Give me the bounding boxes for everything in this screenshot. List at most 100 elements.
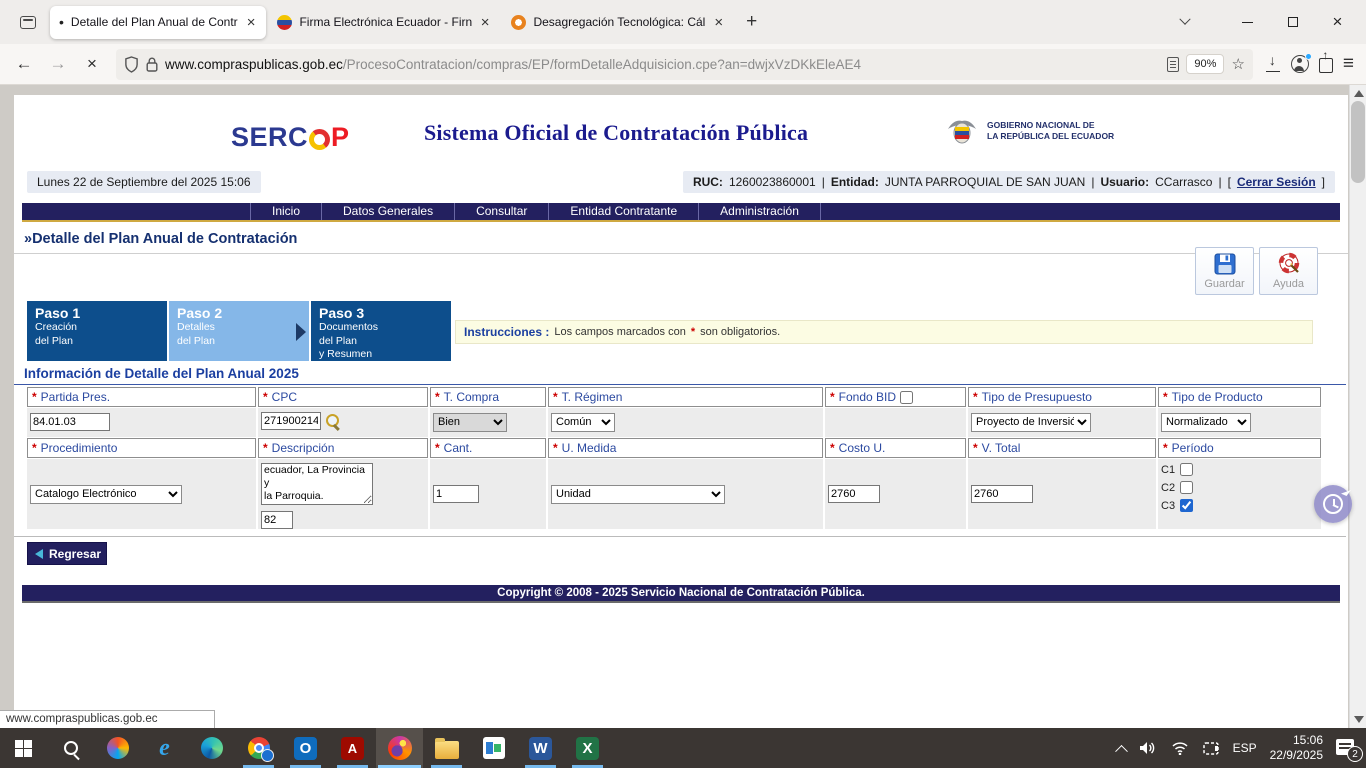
logout-link[interactable]: Cerrar Sesión <box>1237 175 1316 189</box>
windows-logo-icon <box>15 740 32 757</box>
minimize-button[interactable] <box>1225 5 1270 39</box>
bottom-divider <box>14 536 1346 537</box>
c3-checkbox[interactable] <box>1180 499 1193 512</box>
header-periodo: Período <box>1172 441 1214 455</box>
t-regimen-select[interactable]: Común <box>551 413 615 432</box>
v-total-input[interactable] <box>971 485 1033 503</box>
header-partida: Partida Pres. <box>41 390 110 404</box>
word-button[interactable]: W <box>517 728 564 768</box>
url-text[interactable]: www.compraspublicas.gob.ec/ProcesoContra… <box>165 57 1160 72</box>
address-bar[interactable]: www.compraspublicas.gob.ec/ProcesoContra… <box>116 49 1253 80</box>
firefox-view-icon[interactable] <box>12 8 44 36</box>
photos-app-icon <box>483 737 505 759</box>
regresar-button[interactable]: Regresar <box>27 542 107 565</box>
tracking-shield-icon[interactable] <box>124 56 139 73</box>
required-asterisk: * <box>691 326 695 338</box>
close-button[interactable]: × <box>1315 5 1360 39</box>
notification-center-button[interactable]: 2 <box>1336 739 1356 757</box>
list-all-tabs-icon[interactable] <box>1171 8 1199 36</box>
step-2-current[interactable]: Paso 2 Detalles del Plan <box>169 301 309 361</box>
descripcion-textarea[interactable]: ecuador, La Provincia y la Parroquia. <box>261 463 373 505</box>
new-tab-button[interactable]: + <box>736 9 767 35</box>
menu-item-consultar[interactable]: Consultar <box>455 203 549 220</box>
tab-firma-electronica[interactable]: Firma Electrónica Ecuador - Firn × <box>268 6 500 39</box>
stop-button[interactable]: × <box>76 49 108 79</box>
usuario-value: CCarrasco <box>1155 175 1212 189</box>
fondo-bid-checkbox[interactable] <box>900 391 913 404</box>
tab-close-icon[interactable]: × <box>245 14 258 31</box>
copilot-button[interactable] <box>94 728 141 768</box>
display-connect-icon[interactable] <box>1202 741 1220 756</box>
menu-item-datos-generales[interactable]: Datos Generales <box>322 203 455 220</box>
help-button[interactable]: Ayuda <box>1259 247 1318 295</box>
internet-explorer-button[interactable]: e <box>141 728 188 768</box>
costo-u-input[interactable] <box>828 485 880 503</box>
separator: | <box>1091 175 1094 189</box>
menu-item-entidad-contratante[interactable]: Entidad Contratante <box>549 203 699 220</box>
title-divider <box>14 253 1348 254</box>
t-compra-select[interactable]: Bien <box>433 413 507 432</box>
floating-timer-widget[interactable] <box>1314 485 1352 523</box>
search-button[interactable] <box>47 728 94 768</box>
excel-button[interactable]: X <box>564 728 611 768</box>
forward-button[interactable]: → <box>42 49 74 79</box>
vertical-scrollbar[interactable] <box>1349 85 1366 728</box>
cpc-input[interactable] <box>261 412 321 430</box>
tray-time: 15:06 <box>1270 733 1323 748</box>
procedimiento-select[interactable]: Catalogo Electrónico <box>30 485 182 504</box>
menu-item-inicio[interactable]: Inicio <box>250 203 322 220</box>
back-button[interactable]: ← <box>8 49 40 79</box>
c1-checkbox[interactable] <box>1180 463 1193 476</box>
tab-bar: • Detalle del Plan Anual de Contr × Firm… <box>0 0 1366 44</box>
menu-item-administracion[interactable]: Administración <box>699 203 821 220</box>
descripcion-aux-input[interactable] <box>261 511 293 529</box>
lock-icon[interactable] <box>146 57 158 72</box>
tab-close-icon[interactable]: × <box>712 14 725 31</box>
photos-app-button[interactable] <box>470 728 517 768</box>
chrome-button[interactable] <box>235 728 282 768</box>
header-cpc: CPC <box>272 390 297 404</box>
firefox-button[interactable] <box>376 728 423 768</box>
save-button[interactable]: Guardar <box>1195 247 1254 295</box>
tipo-presupuesto-select[interactable]: Proyecto de Inversión <box>971 413 1091 432</box>
maximize-button[interactable] <box>1270 5 1315 39</box>
outlook-button[interactable]: O <box>282 728 329 768</box>
cant-input[interactable] <box>433 485 479 503</box>
scroll-down-icon[interactable] <box>1354 716 1364 723</box>
reader-mode-icon[interactable] <box>1167 57 1179 72</box>
scroll-up-icon[interactable] <box>1354 90 1364 97</box>
header-tipo-presupuesto: Tipo de Presupuesto <box>982 390 1092 404</box>
partida-input[interactable] <box>30 413 110 431</box>
u-medida-select[interactable]: Unidad <box>551 485 725 504</box>
windows-taskbar: e O A W X ESP 15:06 22/9/2025 2 <box>0 728 1366 768</box>
word-icon: W <box>529 737 552 760</box>
tab-close-icon[interactable]: × <box>479 14 492 31</box>
wifi-icon[interactable] <box>1171 741 1189 755</box>
downloads-icon[interactable] <box>1265 56 1281 72</box>
zoom-level-button[interactable]: 90% <box>1186 54 1224 74</box>
acrobat-button[interactable]: A <box>329 728 376 768</box>
share-icon[interactable] <box>1319 58 1333 73</box>
start-button[interactable] <box>0 728 47 768</box>
edge-button[interactable] <box>188 728 235 768</box>
file-explorer-button[interactable] <box>423 728 470 768</box>
page-viewport: SERC P Sistema Oficial de Contratación P… <box>0 85 1366 728</box>
volume-icon[interactable] <box>1139 740 1158 756</box>
tipo-producto-select[interactable]: Normalizado <box>1161 413 1251 432</box>
step-1[interactable]: Paso 1 Creación del Plan <box>27 301 167 361</box>
language-indicator[interactable]: ESP <box>1233 741 1257 755</box>
c2-checkbox[interactable] <box>1180 481 1193 494</box>
scrollbar-thumb[interactable] <box>1351 101 1365 183</box>
cpc-search-icon[interactable] <box>326 414 341 429</box>
tray-expand-icon[interactable] <box>1115 744 1128 757</box>
sercop-o-swirl-icon <box>309 129 330 150</box>
bookmark-star-icon[interactable]: ☆ <box>1231 55 1244 73</box>
tab-desagregacion[interactable]: Desagregación Tecnológica: Cál × <box>502 6 734 39</box>
tab-detalle-plan[interactable]: • Detalle del Plan Anual de Contr × <box>50 6 266 39</box>
tab-title: Firma Electrónica Ecuador - Firn <box>299 15 471 29</box>
outlook-icon: O <box>294 737 317 760</box>
menu-hamburger-icon[interactable]: ≡ <box>1343 53 1354 75</box>
step-3[interactable]: Paso 3 Documentos del Plan y Resumen <box>311 301 451 361</box>
taskbar-clock[interactable]: 15:06 22/9/2025 <box>1270 733 1323 763</box>
account-icon[interactable] <box>1291 55 1309 73</box>
